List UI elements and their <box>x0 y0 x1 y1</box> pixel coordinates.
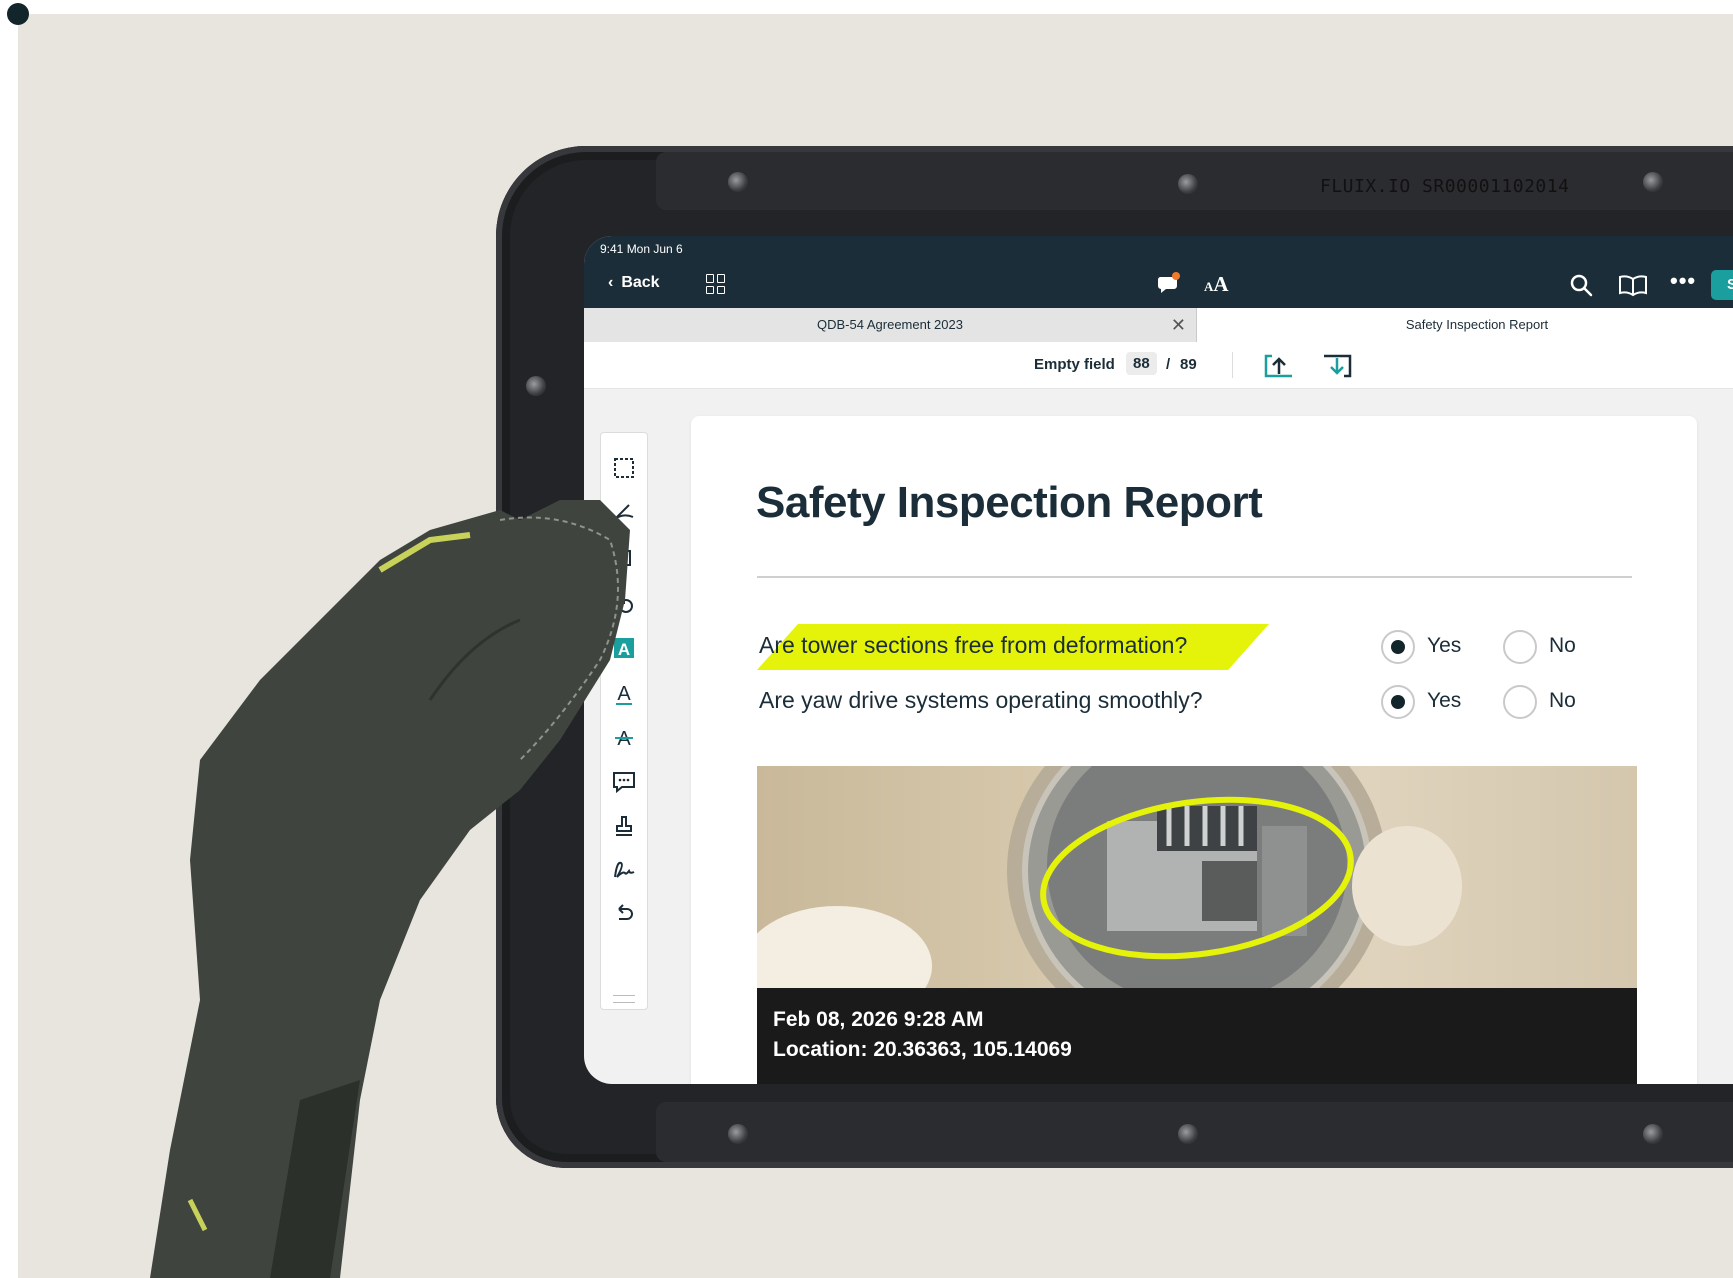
back-label: Back <box>621 274 660 291</box>
crop-icon[interactable] <box>609 543 639 573</box>
strikethrough-icon[interactable]: A <box>609 723 639 753</box>
font-size-icon[interactable]: AA <box>1204 272 1229 297</box>
field-navigator: Empty field 88 / 89 <box>584 342 1733 389</box>
select-area-icon[interactable] <box>609 453 639 483</box>
question-1-no-radio[interactable] <box>1503 630 1537 664</box>
annotation-toolbar: A A A <box>600 432 648 1010</box>
document-page: Safety Inspection Report Are tower secti… <box>691 416 1697 1084</box>
tab-label: QDB-54 Agreement 2023 <box>817 317 963 332</box>
status-bar: 9:41 Mon Jun 6 <box>584 236 1733 262</box>
highlighter-icon[interactable] <box>609 497 639 527</box>
title-divider <box>757 576 1632 578</box>
photo-location: Location: 20.36363, 105.14069 <box>773 1038 1072 1061</box>
comment-icon[interactable] <box>609 767 639 797</box>
question-1: Are tower sections free from deformation… <box>759 632 1188 658</box>
status-time: 9:41 Mon Jun 6 <box>600 242 683 256</box>
previous-field-icon[interactable] <box>1262 352 1296 380</box>
shapes-icon[interactable] <box>609 589 639 619</box>
divider <box>1232 352 1233 378</box>
svg-text:A: A <box>618 640 630 659</box>
top-navigation-bar: ‹ Back AA ••• S <box>584 262 1733 308</box>
device-serial: FLUIX.IO SR00001102014 <box>1320 176 1570 197</box>
question-1-yes-radio[interactable] <box>1381 630 1415 664</box>
text-box-icon[interactable]: A <box>609 633 639 663</box>
tablet-screen: 9:41 Mon Jun 6 ‹ Back AA ••• S QDB-54 Ag… <box>584 236 1733 1084</box>
screw-icon <box>1178 1124 1198 1144</box>
photo-datetime: Feb 08, 2026 9:28 AM <box>773 1008 984 1031</box>
no-label: No <box>1549 634 1576 657</box>
back-button[interactable]: ‹ Back <box>608 274 660 292</box>
tab-qdb-54-agreement[interactable]: QDB-54 Agreement 2023 ✕ <box>584 308 1197 342</box>
screw-icon <box>728 1124 748 1144</box>
page-title: Safety Inspection Report <box>756 478 1263 527</box>
comments-icon[interactable] <box>1156 271 1182 297</box>
screw-icon <box>1178 174 1198 194</box>
toolbar-drag-handle[interactable] <box>613 995 635 1003</box>
field-separator: / <box>1166 356 1171 373</box>
wind-tower-interior-image <box>757 766 1462 988</box>
screw-icon <box>728 172 748 192</box>
screw-icon <box>1643 172 1663 192</box>
current-field-number: 88 <box>1126 352 1157 375</box>
undo-icon[interactable] <box>609 899 639 929</box>
tab-label: Safety Inspection Report <box>1405 317 1549 332</box>
document-tabs: QDB-54 Agreement 2023 ✕ Safety Inspectio… <box>584 308 1733 342</box>
underline-text-icon[interactable]: A <box>609 679 639 709</box>
screw-icon <box>526 376 546 396</box>
grid-view-icon[interactable] <box>706 274 726 294</box>
yes-label: Yes <box>1427 634 1462 657</box>
question-2-yes-radio[interactable] <box>1381 685 1415 719</box>
tab-safety-inspection-report[interactable]: Safety Inspection Report <box>1197 308 1733 342</box>
signature-icon[interactable] <box>609 855 639 885</box>
book-icon[interactable] <box>1618 273 1648 297</box>
close-icon[interactable]: ✕ <box>1171 308 1186 342</box>
total-fields: 89 <box>1180 356 1197 373</box>
stamp-icon[interactable] <box>609 811 639 841</box>
empty-field-label: Empty field <box>1034 356 1115 373</box>
more-options-icon[interactable]: ••• <box>1670 268 1696 294</box>
next-field-icon[interactable] <box>1320 352 1354 380</box>
search-icon[interactable] <box>1569 273 1593 297</box>
save-button[interactable]: S <box>1711 270 1733 300</box>
inspection-photo[interactable] <box>757 766 1637 988</box>
screw-icon <box>1643 1124 1663 1144</box>
question-2: Are yaw drive systems operating smoothly… <box>759 687 1203 713</box>
yes-label: Yes <box>1427 689 1462 712</box>
question-2-no-radio[interactable] <box>1503 685 1537 719</box>
no-label: No <box>1549 689 1576 712</box>
svg-text:A: A <box>617 683 631 705</box>
chevron-left-icon: ‹ <box>608 274 614 291</box>
photo-caption: Feb 08, 2026 9:28 AM Location: 20.36363,… <box>757 988 1637 1084</box>
corner-dot <box>7 3 29 25</box>
